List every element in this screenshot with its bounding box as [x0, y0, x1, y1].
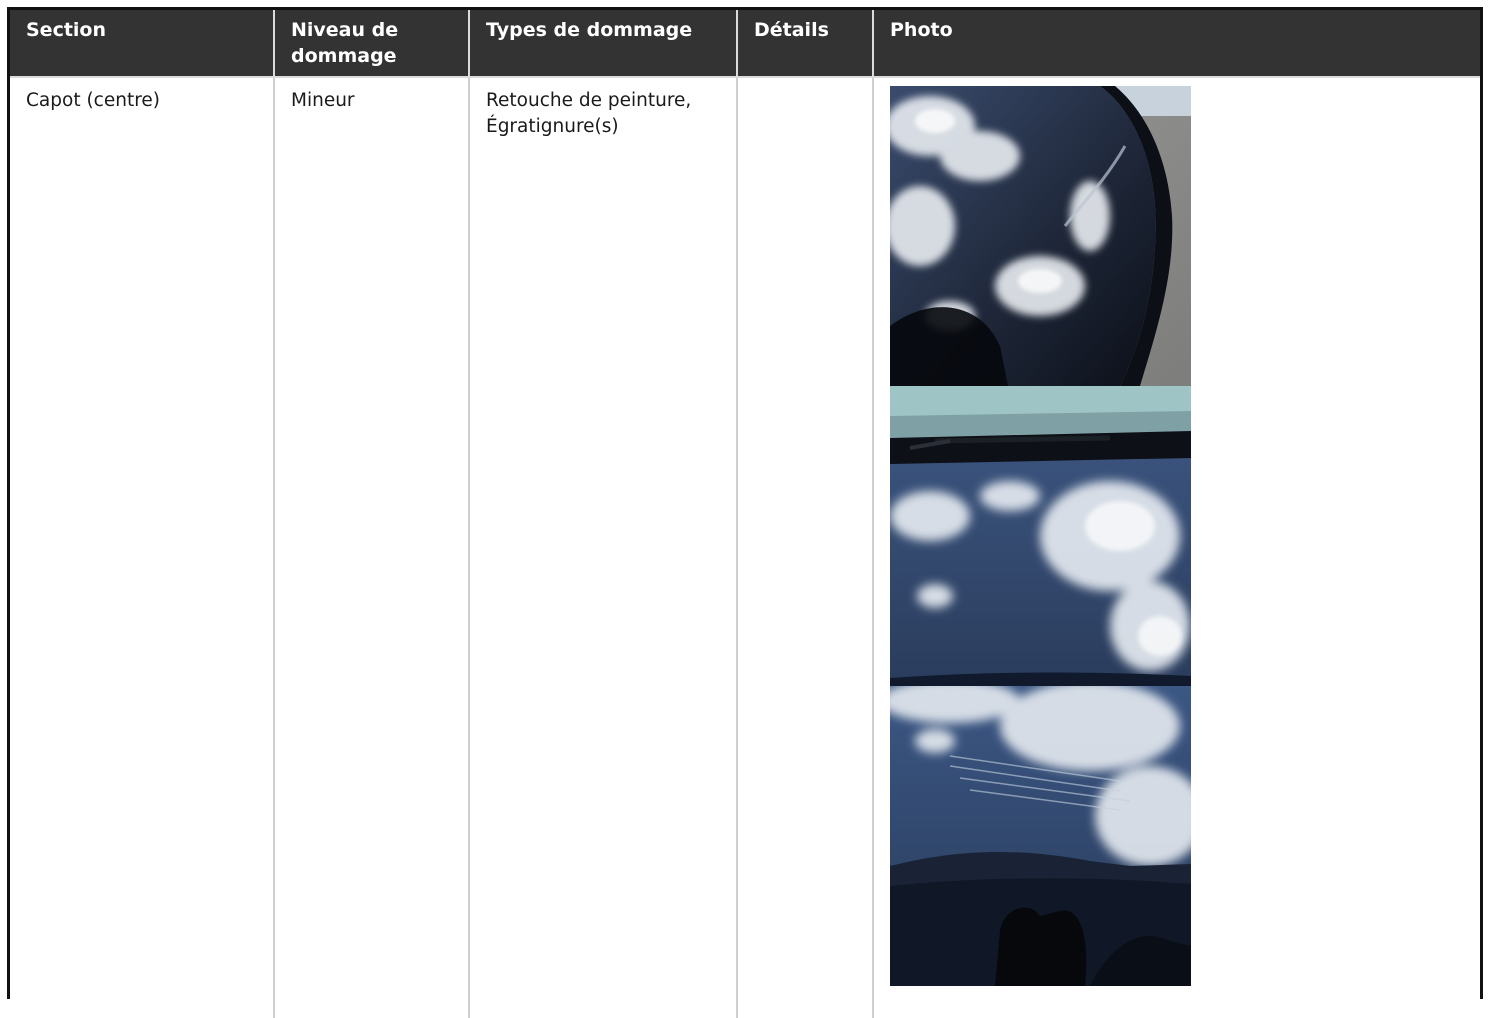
column-header-section: Section: [10, 10, 274, 78]
cell-damage-level: Mineur: [273, 77, 469, 1018]
column-header-damage-level: Niveau de dommage: [273, 10, 469, 78]
column-header-damage-types: Types de dommage: [468, 10, 737, 78]
table-header-row: Section Niveau de dommage Types de domma…: [10, 10, 1480, 78]
damage-report-table-frame: Section Niveau de dommage Types de domma…: [7, 7, 1483, 1018]
column-header-details: Détails: [736, 10, 873, 78]
hood-photo-reflection-curve[interactable]: [890, 86, 1191, 386]
column-header-photo: Photo: [872, 10, 1480, 78]
hood-photo-scratches-clouds[interactable]: [890, 686, 1191, 986]
cell-photos: [872, 77, 1480, 1018]
table-row: Capot (centre) Mineur Retouche de peintu…: [10, 77, 1480, 1018]
hood-photo-wiper-clouds[interactable]: [890, 386, 1191, 686]
cell-damage-types: Retouche de peinture, Égratignure(s): [468, 77, 737, 1018]
cell-section: Capot (centre): [26, 90, 160, 111]
cell-details: [736, 77, 873, 1018]
damage-report-table: Section Niveau de dommage Types de domma…: [10, 10, 1480, 1018]
